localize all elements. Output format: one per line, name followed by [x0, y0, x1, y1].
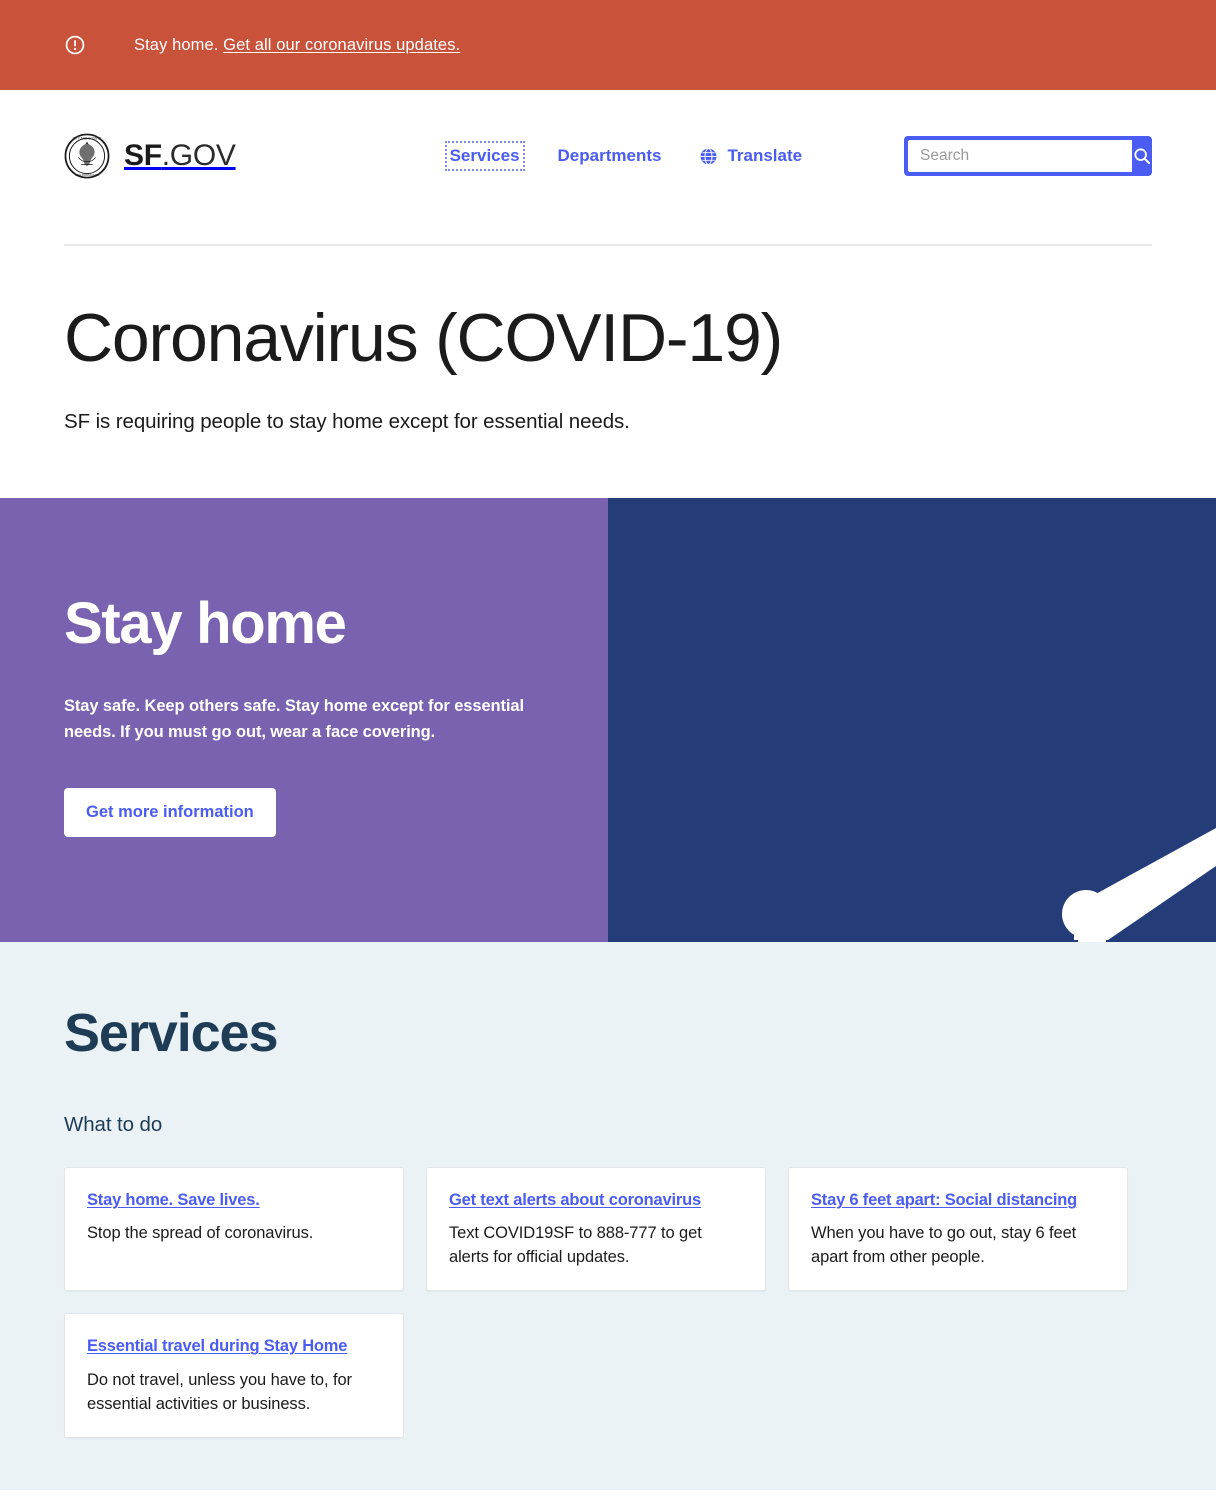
- services-heading: Services: [64, 1003, 279, 1063]
- service-card-link[interactable]: Stay 6 feet apart: Social distancing: [811, 1190, 1077, 1211]
- hero-image-panel: [608, 498, 1216, 942]
- search-input[interactable]: [908, 140, 1132, 172]
- search-icon: [1134, 148, 1150, 164]
- nav-link-services[interactable]: Services: [450, 146, 520, 166]
- service-card-description: Do not travel, unless you have to, for e…: [87, 1370, 352, 1413]
- service-card-description: Text COVID19SF to 888-777 to get alerts …: [449, 1224, 702, 1267]
- nav-link-translate[interactable]: Translate: [727, 146, 802, 166]
- svg-text:SAN FRANCISCO: SAN FRANCISCO: [75, 173, 100, 177]
- logo-sf: SF: [124, 139, 162, 172]
- hero-content-panel: Stay home Stay safe. Keep others safe. S…: [0, 498, 608, 942]
- service-card-link[interactable]: Get text alerts about coronavirus: [449, 1190, 701, 1211]
- page-title-block: Coronavirus (COVID-19) SF is requiring p…: [0, 246, 1216, 498]
- service-card-description: Stop the spread of coronavirus.: [87, 1224, 314, 1243]
- search-box: [904, 136, 1152, 176]
- service-card[interactable]: Essential travel during Stay Home Do not…: [64, 1313, 404, 1438]
- svg-text:CITY AND COUNTY: CITY AND COUNTY: [73, 136, 103, 140]
- sf-gov-logo[interactable]: CITY AND COUNTY SAN FRANCISCO SF.GOV: [64, 133, 236, 179]
- primary-navigation: Services Departments Translate: [444, 141, 802, 171]
- hero-body-text: Stay safe. Keep others safe. Stay home e…: [64, 697, 524, 742]
- alert-message: Stay home. Get all our coronavirus updat…: [134, 36, 460, 55]
- nav-item-departments[interactable]: Departments: [558, 146, 662, 166]
- get-more-information-button[interactable]: Get more information: [64, 787, 276, 837]
- handrail-illustration-icon: [608, 498, 1216, 942]
- services-subheading: What to do: [64, 1113, 163, 1136]
- service-card-description: When you have to go out, stay 6 feet apa…: [811, 1224, 1077, 1267]
- page-title: Coronavirus (COVID-19): [64, 300, 783, 376]
- services-card-grid: Stay home. Save lives. Stop the spread o…: [64, 1167, 1152, 1438]
- globe-icon: [701, 147, 717, 165]
- logo-wordmark: SF.GOV: [124, 139, 236, 173]
- site-header: CITY AND COUNTY SAN FRANCISCO SF.GOV Ser…: [0, 90, 1216, 246]
- exclamation-circle-icon: [65, 35, 85, 55]
- service-card-link[interactable]: Essential travel during Stay Home: [87, 1336, 347, 1357]
- service-card[interactable]: Get text alerts about coronavirus Text C…: [426, 1167, 766, 1292]
- header-divider: [64, 244, 1152, 246]
- alert-banner: Stay home. Get all our coronavirus updat…: [0, 0, 1216, 90]
- nav-item-translate[interactable]: Translate: [699, 146, 802, 166]
- hero-heading: Stay home: [64, 591, 347, 656]
- service-card[interactable]: Stay home. Save lives. Stop the spread o…: [64, 1167, 404, 1292]
- services-section: Services What to do Stay home. Save live…: [0, 942, 1216, 1490]
- nav-link-departments[interactable]: Departments: [558, 146, 662, 166]
- coronavirus-updates-link[interactable]: Get all our coronavirus updates.: [223, 36, 460, 54]
- service-card[interactable]: Stay 6 feet apart: Social distancing Whe…: [788, 1167, 1128, 1292]
- sf-city-seal-icon: CITY AND COUNTY SAN FRANCISCO: [64, 133, 110, 179]
- service-card-link[interactable]: Stay home. Save lives.: [87, 1190, 260, 1211]
- alert-message-prefix: Stay home.: [134, 35, 224, 54]
- nav-item-services[interactable]: Services: [444, 141, 525, 171]
- search-submit-button[interactable]: [1132, 140, 1152, 172]
- page-subtitle: SF is requiring people to stay home exce…: [64, 410, 630, 433]
- hero-section: Stay home Stay safe. Keep others safe. S…: [0, 498, 1216, 942]
- logo-gov: .GOV: [161, 139, 236, 172]
